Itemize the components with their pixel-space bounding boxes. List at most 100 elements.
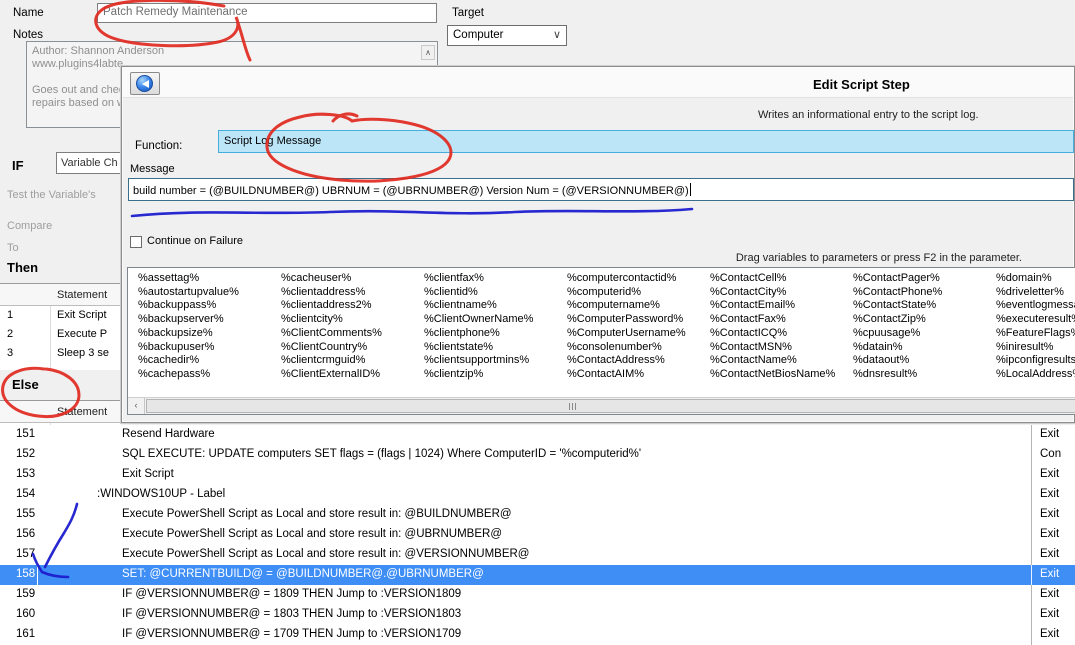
- variable-item[interactable]: %ContactEmail%: [706, 299, 849, 313]
- variable-item[interactable]: %dnsresult%: [849, 368, 992, 382]
- variable-item[interactable]: %ClientExternalID%: [277, 368, 420, 382]
- variable-item[interactable]: %executeresult%: [992, 313, 1075, 327]
- scroll-left-arrow-icon[interactable]: ‹: [128, 398, 145, 414]
- variable-item[interactable]: %backupsize%: [134, 327, 277, 341]
- notes-label: Notes: [13, 29, 43, 41]
- scroll-up-arrow-icon[interactable]: ∧: [421, 45, 435, 60]
- variable-item[interactable]: %ContactAddress%: [563, 354, 706, 368]
- variable-item[interactable]: %ContactName%: [706, 354, 849, 368]
- variable-item[interactable]: %cachepass%: [134, 368, 277, 382]
- script-row[interactable]: 151Resend HardwareExit: [0, 425, 1075, 445]
- target-select-value: Computer: [453, 29, 504, 41]
- variables-panel: %assettag%%autostartupvalue%%backuppass%…: [127, 267, 1075, 415]
- variable-item[interactable]: %driveletter%: [992, 286, 1075, 300]
- horizontal-scrollbar[interactable]: ‹: [128, 397, 1075, 414]
- script-row[interactable]: 158SET: @CURRENTBUILD@ = @BUILDNUMBER@.@…: [0, 565, 1075, 585]
- then-header-label: Statement: [57, 289, 107, 301]
- variable-item[interactable]: %ipconfigresults%: [992, 354, 1075, 368]
- variable-item[interactable]: %clientid%: [420, 286, 563, 300]
- variable-item[interactable]: %computerid%: [563, 286, 706, 300]
- variable-item[interactable]: %domain%: [992, 272, 1075, 286]
- variable-item[interactable]: %ContactCity%: [706, 286, 849, 300]
- selected-row-divider: [1031, 565, 1032, 585]
- statement-text: Sleep 3 se: [57, 347, 109, 359]
- script-row[interactable]: 153Exit ScriptExit: [0, 465, 1075, 485]
- variable-item[interactable]: %cacheuser%: [277, 272, 420, 286]
- variable-item[interactable]: %ContactICQ%: [706, 327, 849, 341]
- variable-item[interactable]: %FeatureFlags%: [992, 327, 1075, 341]
- chevron-down-icon: ∨: [553, 28, 561, 41]
- variables-column: %assettag%%autostartupvalue%%backuppass%…: [134, 272, 277, 396]
- script-row-number: 154: [16, 488, 35, 500]
- then-statement-row[interactable]: 1Exit Script: [0, 306, 121, 325]
- variable-item[interactable]: %LocalAddress%: [992, 368, 1075, 382]
- variable-item[interactable]: %assettag%: [134, 272, 277, 286]
- variable-item[interactable]: %backupserver%: [134, 313, 277, 327]
- script-row[interactable]: 155Execute PowerShell Script as Local an…: [0, 505, 1075, 525]
- variable-item[interactable]: %clientaddress2%: [277, 299, 420, 313]
- variable-item[interactable]: %eventlogmessage%: [992, 299, 1075, 313]
- name-label: Name: [13, 7, 44, 19]
- variable-item[interactable]: %ClientOwnerName%: [420, 313, 563, 327]
- variable-item[interactable]: %ClientCountry%: [277, 341, 420, 355]
- back-button[interactable]: [130, 72, 160, 95]
- variable-item[interactable]: %consolenumber%: [563, 341, 706, 355]
- variables-column: %clientfax%%clientid%%clientname%%Client…: [420, 272, 563, 396]
- variable-item[interactable]: %ContactZip%: [849, 313, 992, 327]
- variable-item[interactable]: %cachedir%: [134, 354, 277, 368]
- name-input[interactable]: Patch Remedy Maintenance: [97, 3, 437, 23]
- then-statement-row[interactable]: 3Sleep 3 se: [0, 344, 121, 363]
- script-row[interactable]: 159IF @VERSIONNUMBER@ = 1809 THEN Jump t…: [0, 585, 1075, 605]
- variable-item[interactable]: %clientphone%: [420, 327, 563, 341]
- variable-item[interactable]: %clientaddress%: [277, 286, 420, 300]
- script-row-statement: SQL EXECUTE: UPDATE computers SET flags …: [122, 448, 641, 460]
- variable-item[interactable]: %clientname%: [420, 299, 563, 313]
- variable-item[interactable]: %ClientComments%: [277, 327, 420, 341]
- variable-item[interactable]: %computername%: [563, 299, 706, 313]
- variable-item[interactable]: %backuppass%: [134, 299, 277, 313]
- variable-item[interactable]: %datain%: [849, 341, 992, 355]
- script-row-statement: Execute PowerShell Script as Local and s…: [122, 548, 529, 560]
- variable-item[interactable]: %ContactCell%: [706, 272, 849, 286]
- scrollbar-thumb[interactable]: [146, 399, 1075, 413]
- script-row[interactable]: 154:WINDOWS10UP - LabelExit: [0, 485, 1075, 505]
- variable-item[interactable]: %ContactFax%: [706, 313, 849, 327]
- variable-item[interactable]: %ContactMSN%: [706, 341, 849, 355]
- variable-item[interactable]: %clientzip%: [420, 368, 563, 382]
- message-input[interactable]: build number = (@BUILDNUMBER@) UBRNUM = …: [128, 178, 1074, 201]
- variable-item[interactable]: %clientcity%: [277, 313, 420, 327]
- variable-item[interactable]: %clientsupportmins%: [420, 354, 563, 368]
- target-select[interactable]: Computer ∨: [447, 25, 567, 46]
- continue-on-failure-checkbox[interactable]: [130, 236, 142, 248]
- statement-number: 2: [7, 328, 13, 340]
- if-condition-dropdown[interactable]: Variable Ch: [56, 152, 121, 174]
- script-row[interactable]: 157Execute PowerShell Script as Local an…: [0, 545, 1075, 565]
- script-row-statement: SET: @CURRENTBUILD@ = @BUILDNUMBER@.@UBR…: [122, 568, 484, 580]
- script-row[interactable]: 160IF @VERSIONNUMBER@ = 1803 THEN Jump t…: [0, 605, 1075, 625]
- then-statement-row[interactable]: 2Execute P: [0, 325, 121, 344]
- variable-item[interactable]: %ContactNetBiosName%: [706, 368, 849, 382]
- variable-item[interactable]: %ContactState%: [849, 299, 992, 313]
- script-row[interactable]: 161IF @VERSIONNUMBER@ = 1709 THEN Jump t…: [0, 625, 1075, 645]
- variable-item[interactable]: %iniresult%: [992, 341, 1075, 355]
- function-field[interactable]: Script Log Message: [218, 130, 1074, 153]
- variable-item[interactable]: %dataout%: [849, 354, 992, 368]
- if-label: IF: [12, 158, 24, 173]
- variable-item[interactable]: %autostartupvalue%: [134, 286, 277, 300]
- variable-item[interactable]: %clientstate%: [420, 341, 563, 355]
- text-cursor: [690, 183, 691, 196]
- variable-item[interactable]: %backupuser%: [134, 341, 277, 355]
- scrollbar-grip-icon: [569, 403, 576, 410]
- variable-item[interactable]: %ContactPhone%: [849, 286, 992, 300]
- variable-item[interactable]: %ComputerPassword%: [563, 313, 706, 327]
- variable-item[interactable]: %clientfax%: [420, 272, 563, 286]
- variable-item[interactable]: %ContactPager%: [849, 272, 992, 286]
- statement-text: Exit Script: [57, 309, 107, 321]
- variable-item[interactable]: %ComputerUsername%: [563, 327, 706, 341]
- variable-item[interactable]: %computercontactid%: [563, 272, 706, 286]
- variable-item[interactable]: %cpuusage%: [849, 327, 992, 341]
- variable-item[interactable]: %clientcrmguid%: [277, 354, 420, 368]
- script-row[interactable]: 156Execute PowerShell Script as Local an…: [0, 525, 1075, 545]
- script-row[interactable]: 152SQL EXECUTE: UPDATE computers SET fla…: [0, 445, 1075, 465]
- variable-item[interactable]: %ContactAIM%: [563, 368, 706, 382]
